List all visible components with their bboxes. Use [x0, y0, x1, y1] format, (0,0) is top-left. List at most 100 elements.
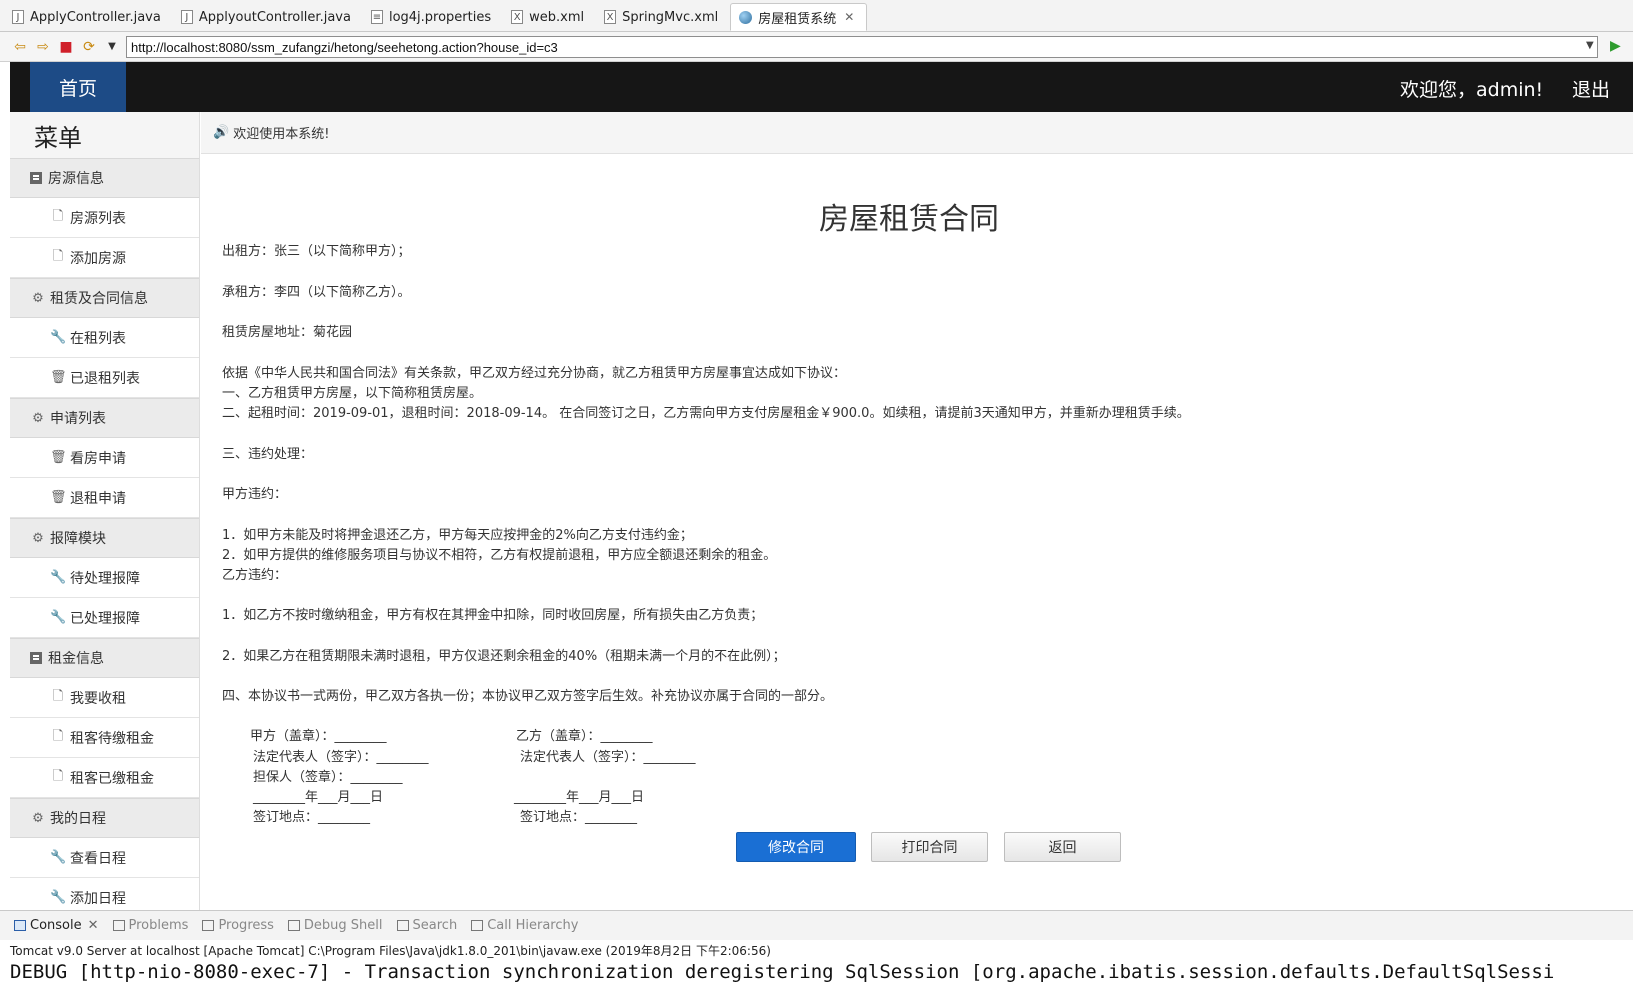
go-icon[interactable]: ▶ — [1610, 38, 1621, 54]
sidebar: 菜单 房源信息 🗋 房源列表 🗋 添加房源 ⚙ 租赁及合同信息 🔧 在租列表 🗑 已退租列… — [10, 112, 200, 910]
back-button[interactable]: 返回 — [1004, 832, 1121, 862]
sidebar-item-collect-rent[interactable]: 🗋 我要收租 — [10, 678, 199, 718]
lessee-line: 承租方：李四（以下简称乙方）。 — [222, 285, 411, 300]
tab-rental-system[interactable]: 房屋租赁系统 ✕ — [730, 3, 868, 31]
debug-shell-icon — [287, 920, 300, 931]
java-file-icon: J — [12, 10, 24, 24]
sidebar-item-checkout-requests[interactable]: 🗑 退租申请 — [10, 478, 199, 518]
sign-a-date: ________年___月___日 — [253, 790, 384, 805]
list-icon — [30, 652, 42, 664]
refresh-icon[interactable]: ⟳ — [79, 37, 99, 57]
sidebar-group-repairs[interactable]: ⚙ 报障模块 — [10, 518, 199, 558]
tab-problems[interactable]: Problems — [112, 918, 189, 933]
problems-icon — [112, 920, 125, 931]
sidebar-item-house-list[interactable]: 🗋 房源列表 — [10, 198, 199, 238]
tab-apply-controller[interactable]: J ApplyController.java — [4, 3, 173, 31]
menu-title: 菜单 — [34, 123, 82, 152]
top-navbar: 首页 欢迎您，admin! 退出 — [10, 62, 1633, 112]
xml-file-icon: X — [604, 10, 617, 24]
sidebar-item-view-schedule[interactable]: 🔧 查看日程 — [10, 838, 199, 878]
notice-text: 欢迎使用本系统! — [233, 127, 330, 142]
item-label: 退租申请 — [70, 490, 126, 507]
tab-label: Progress — [218, 918, 274, 933]
browser-toolbar: ⇦ ⇨ ■ ⟳ ▼ ▼ ▶ — [0, 32, 1633, 62]
sign-a-place: 签订地点：________ — [253, 810, 371, 825]
contract-title: 房屋租赁合同 — [819, 202, 999, 237]
modify-contract-button[interactable]: 修改合同 — [736, 832, 856, 862]
tab-label: log4j.properties — [388, 9, 492, 25]
tab-label: ApplyController.java — [30, 9, 161, 25]
sidebar-item-returned-list[interactable]: 🗑 已退租列表 — [10, 358, 199, 398]
tab-web-xml[interactable]: Xweb.xml — [503, 3, 596, 31]
party-b-breach-2: 2．如果乙方在租赁期限未满时退租，甲方仅退还剩余租金的40%（租期未满一个月的不… — [222, 649, 786, 664]
java-file-icon: J — [180, 10, 193, 24]
wrench-icon: 🔧 — [50, 330, 67, 345]
item-label: 租客已缴租金 — [70, 770, 154, 787]
sidebar-group-rent-info[interactable]: 租金信息 — [10, 638, 199, 678]
group-label: 租赁及合同信息 — [50, 291, 148, 307]
sign-a-seal: 甲方（盖章）：________ — [250, 729, 387, 744]
sidebar-group-schedule[interactable]: ⚙ 我的日程 — [10, 798, 199, 838]
close-icon[interactable]: ✕ — [88, 918, 99, 933]
gear-icon: ⚙ — [32, 810, 44, 826]
tab-applyout-controller[interactable]: J ApplyoutController.java — [173, 3, 363, 31]
forward-arrow-icon[interactable]: ⇨ — [33, 37, 53, 57]
tab-search[interactable]: Search — [396, 918, 457, 933]
console-server-info: Tomcat v9.0 Server at localhost [Apache … — [0, 940, 1633, 960]
party-b-breach-1: 1．如乙方不按时缴纳租金，甲方有权在其押金中扣除，同时收回房屋，所有损失由乙方负… — [222, 608, 764, 623]
item-label: 待处理报障 — [70, 570, 140, 587]
print-contract-button[interactable]: 打印合同 — [871, 832, 988, 862]
sidebar-item-pending-repairs[interactable]: 🔧 待处理报障 — [10, 558, 199, 598]
sidebar-group-house-info[interactable]: 房源信息 — [10, 158, 199, 198]
speaker-icon: 🔊 — [213, 125, 230, 140]
close-icon[interactable]: ✕ — [844, 10, 854, 24]
logout-link[interactable]: 退出 — [1572, 75, 1610, 102]
stop-icon[interactable]: ■ — [56, 37, 76, 57]
sign-b-date: ________年___月___日 — [514, 790, 645, 805]
file-icon: 🗋 — [52, 688, 64, 704]
sidebar-item-unpaid-rent[interactable]: 🗋 租客待缴租金 — [10, 718, 199, 758]
wrench-icon: 🔧 — [50, 850, 67, 865]
tab-label: ApplyoutController.java — [198, 9, 351, 25]
group-label: 报障模块 — [50, 531, 106, 547]
tab-log4j-properties[interactable]: ≡ log4j.properties — [363, 3, 503, 31]
tab-label: SpringMvc.xml — [622, 9, 719, 25]
clause-4: 四、本协议书一式两份，甲乙双方各执一份；本协议甲乙双方签字后生效。补充协议亦属于… — [222, 689, 834, 704]
gear-icon: ⚙ — [32, 290, 44, 306]
url-dropdown-icon[interactable]: ▼ — [1586, 40, 1594, 51]
sidebar-item-renting-list[interactable]: 🔧 在租列表 — [10, 318, 199, 358]
file-icon: 🗋 — [52, 208, 64, 224]
sidebar-item-add-house[interactable]: 🗋 添加房源 — [10, 238, 199, 278]
search-icon — [396, 920, 409, 931]
tab-debug-shell[interactable]: Debug Shell — [287, 918, 383, 933]
sidebar-item-add-schedule[interactable]: 🔧 添加日程 — [10, 878, 199, 910]
properties-file-icon: ≡ — [370, 10, 383, 24]
item-label: 查看日程 — [70, 850, 126, 867]
url-input[interactable] — [126, 36, 1598, 58]
gear-icon: ⚙ — [32, 530, 44, 546]
group-label: 租金信息 — [48, 651, 104, 667]
tab-label: Problems — [128, 918, 189, 933]
notice-bar: 🔊 欢迎使用本系统! — [201, 112, 1633, 154]
back-arrow-icon[interactable]: ⇦ — [10, 37, 30, 57]
sidebar-item-handled-repairs[interactable]: 🔧 已处理报障 — [10, 598, 199, 638]
sidebar-group-applications[interactable]: ⚙ 申请列表 — [10, 398, 199, 438]
tab-progress[interactable]: Progress — [202, 918, 274, 933]
tab-call-hierarchy[interactable]: Call Hierarchy — [471, 918, 578, 933]
tab-label: Debug Shell — [303, 918, 383, 933]
chevron-down-icon[interactable]: ▼ — [102, 37, 122, 57]
item-label: 房源列表 — [70, 210, 126, 227]
item-label: 已退租列表 — [70, 370, 140, 387]
home-link[interactable]: 首页 — [30, 62, 126, 112]
console-icon — [14, 920, 26, 931]
tab-console[interactable]: Console ✕ — [14, 918, 99, 933]
address-line: 租赁房屋地址：菊花园 — [222, 325, 353, 340]
tab-label: Console — [30, 918, 82, 933]
sidebar-item-paid-rent[interactable]: 🗋 租客已缴租金 — [10, 758, 199, 798]
party-b-breach-heading: 乙方违约： — [222, 568, 288, 583]
sign-b-place: 签订地点：________ — [520, 810, 638, 825]
sidebar-item-viewing-requests[interactable]: 🗑 看房申请 — [10, 438, 199, 478]
party-a-breach-2: 2．如甲方提供的维修服务项目与协议不相符，乙方有权提前退租，甲方应全额退还剩余的… — [222, 548, 777, 563]
tab-springmvc-xml[interactable]: X SpringMvc.xml — [596, 3, 730, 31]
sidebar-group-lease-contract[interactable]: ⚙ 租赁及合同信息 — [10, 278, 199, 318]
